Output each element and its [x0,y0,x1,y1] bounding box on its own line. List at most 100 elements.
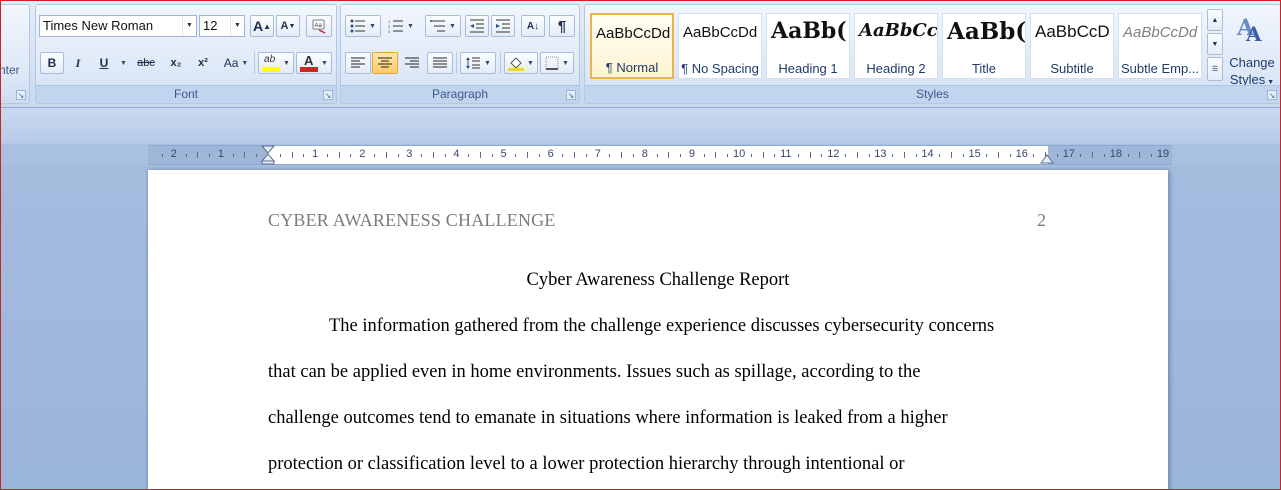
document-page[interactable]: CYBER AWARENESS CHALLENGE 2 Cyber Awaren… [148,170,1168,490]
change-styles-icon: A A [1236,15,1262,45]
ruler-number: 12 [827,148,840,160]
bullets-button[interactable]: ▼ [345,15,381,37]
clipboard-group: nter ↘ [0,4,30,104]
clipboard-partial-label[interactable]: nter [0,63,20,77]
separator [254,52,255,74]
running-header[interactable]: CYBER AWARENESS CHALLENGE [268,210,556,231]
body-line[interactable]: that can be applied even in home environ… [268,362,920,383]
ruler-tick [350,154,352,157]
ruler-tick [444,154,446,157]
styles-scroll-up-button[interactable]: ▲ [1207,9,1223,31]
multilevel-list-icon [430,20,446,32]
clipboard-dialog-launcher[interactable]: ↘ [16,90,26,100]
change-styles-button[interactable]: A A Change Styles ▼ [1227,9,1277,87]
font-dialog-launcher[interactable]: ↘ [323,90,333,100]
ruler-tick [1033,154,1035,157]
shading-button[interactable]: ▼ [504,52,538,74]
style-name: Title [971,61,997,76]
italic-button[interactable]: I [66,52,90,74]
ruler-tick [750,154,752,157]
bullets-icon [350,19,366,33]
chevron-down-icon[interactable]: ▼ [182,16,196,36]
highlight-label: ab [264,54,276,65]
ruler-tick [209,154,211,157]
increase-indent-button[interactable] [491,15,515,37]
ruler-number: 7 [594,148,601,160]
horizontal-ruler[interactable]: 2 1 1 2 3 4 5 6 7 8 9 10 11 12 13 14 15 16 17 18 19 [148,145,1172,165]
chevron-down-icon: ▼ [484,59,491,67]
ruler-tick [809,152,811,158]
right-indent-marker[interactable] [1040,152,1054,164]
ruler-tick [185,154,187,157]
style-name: ¶ Normal [605,60,659,75]
sort-button[interactable]: A↓ [521,15,545,37]
style-subtle-emphasis[interactable]: AaBbCcDd Subtle Emp... [1118,13,1202,79]
style-no-spacing[interactable]: AaBbCcDd ¶ No Spacing [678,13,762,79]
chevron-down-icon[interactable]: ▼ [230,16,244,36]
grow-font-button[interactable]: A ▲ [250,15,274,37]
ruler-tick [680,154,682,157]
superscript-button[interactable]: x² [191,52,215,74]
ruler-number: 2 [359,148,366,160]
body-line[interactable]: The information gathered from the challe… [329,316,994,337]
numbering-button[interactable]: 123 ▼ [383,15,419,37]
svg-text:3: 3 [388,29,391,33]
ruler-number: 5 [500,148,507,160]
paragraph-dialog-launcher[interactable]: ↘ [566,90,576,100]
ruler-number: 4 [453,148,460,160]
borders-icon [545,56,559,70]
ruler-number: 13 [874,148,887,160]
style-normal[interactable]: AaBbCcDd ¶ Normal [590,13,674,79]
increase-indent-icon [496,19,510,33]
styles-scroll-down-button[interactable]: ▼ [1207,33,1223,55]
decrease-indent-button[interactable] [465,15,489,37]
shrink-font-button[interactable]: A ▼ [276,15,300,37]
svg-text:Aa: Aa [315,23,323,29]
style-heading-1[interactable]: AaBb( Heading 1 [766,13,850,79]
clear-formatting-button[interactable]: Aa [306,15,332,37]
ruler-tick [950,152,952,158]
style-title[interactable]: AaBb( Title [942,13,1026,79]
style-subtitle[interactable]: AaBbCcD Subtitle [1030,13,1114,79]
styles-dialog-launcher[interactable]: ↘ [1267,90,1277,100]
ruler-tick [197,152,199,158]
justify-button[interactable] [427,52,453,74]
chevron-down-icon: ▼ [241,59,249,67]
change-case-button[interactable]: Aa ▼ [219,52,253,74]
numbering-icon: 123 [388,19,404,33]
font-size-combo[interactable]: 12 ▼ [199,15,245,37]
align-left-icon [351,57,365,68]
change-case-label: Aa [223,56,239,70]
styles-more-button[interactable]: ☰ [1207,57,1223,81]
align-right-button[interactable] [399,52,425,74]
style-preview: AaBbCcDd [1123,24,1198,41]
underline-button[interactable]: U [92,52,116,74]
font-color-button[interactable]: A ▼ [296,52,332,74]
chevron-down-icon: ▼ [407,22,414,30]
svg-text:A: A [1245,22,1262,45]
body-line[interactable]: protection or classification level to a … [268,454,905,475]
ruler-tick [256,154,258,157]
ruler-tick [303,154,305,157]
style-heading-2[interactable]: AaBbCc Heading 2 [854,13,938,79]
first-line-indent-marker[interactable] [261,145,275,165]
text-highlight-button[interactable]: ab ▼ [258,52,294,74]
line-spacing-button[interactable]: ▼ [460,52,496,74]
multilevel-list-button[interactable]: ▼ [425,15,461,37]
ruler-tick [621,152,623,158]
ruler-tick [468,154,470,157]
show-formatting-marks-button[interactable]: ¶ [549,15,575,37]
separator [500,52,501,74]
strikethrough-button[interactable]: abc [132,52,160,74]
document-title[interactable]: Cyber Awareness Challenge Report [148,270,1168,291]
bold-button[interactable]: B [40,52,64,74]
ruler-tick [1104,154,1106,157]
font-color-letter: A [304,53,314,68]
body-line[interactable]: challenge outcomes tend to emanate in si… [268,408,948,429]
underline-dropdown[interactable]: ▼ [116,52,128,74]
font-name-combo[interactable]: Times New Roman ▼ [39,15,197,37]
borders-button[interactable]: ▼ [540,52,574,74]
align-left-button[interactable] [345,52,371,74]
subscript-button[interactable]: x₂ [164,52,188,74]
align-center-button[interactable] [372,52,398,74]
